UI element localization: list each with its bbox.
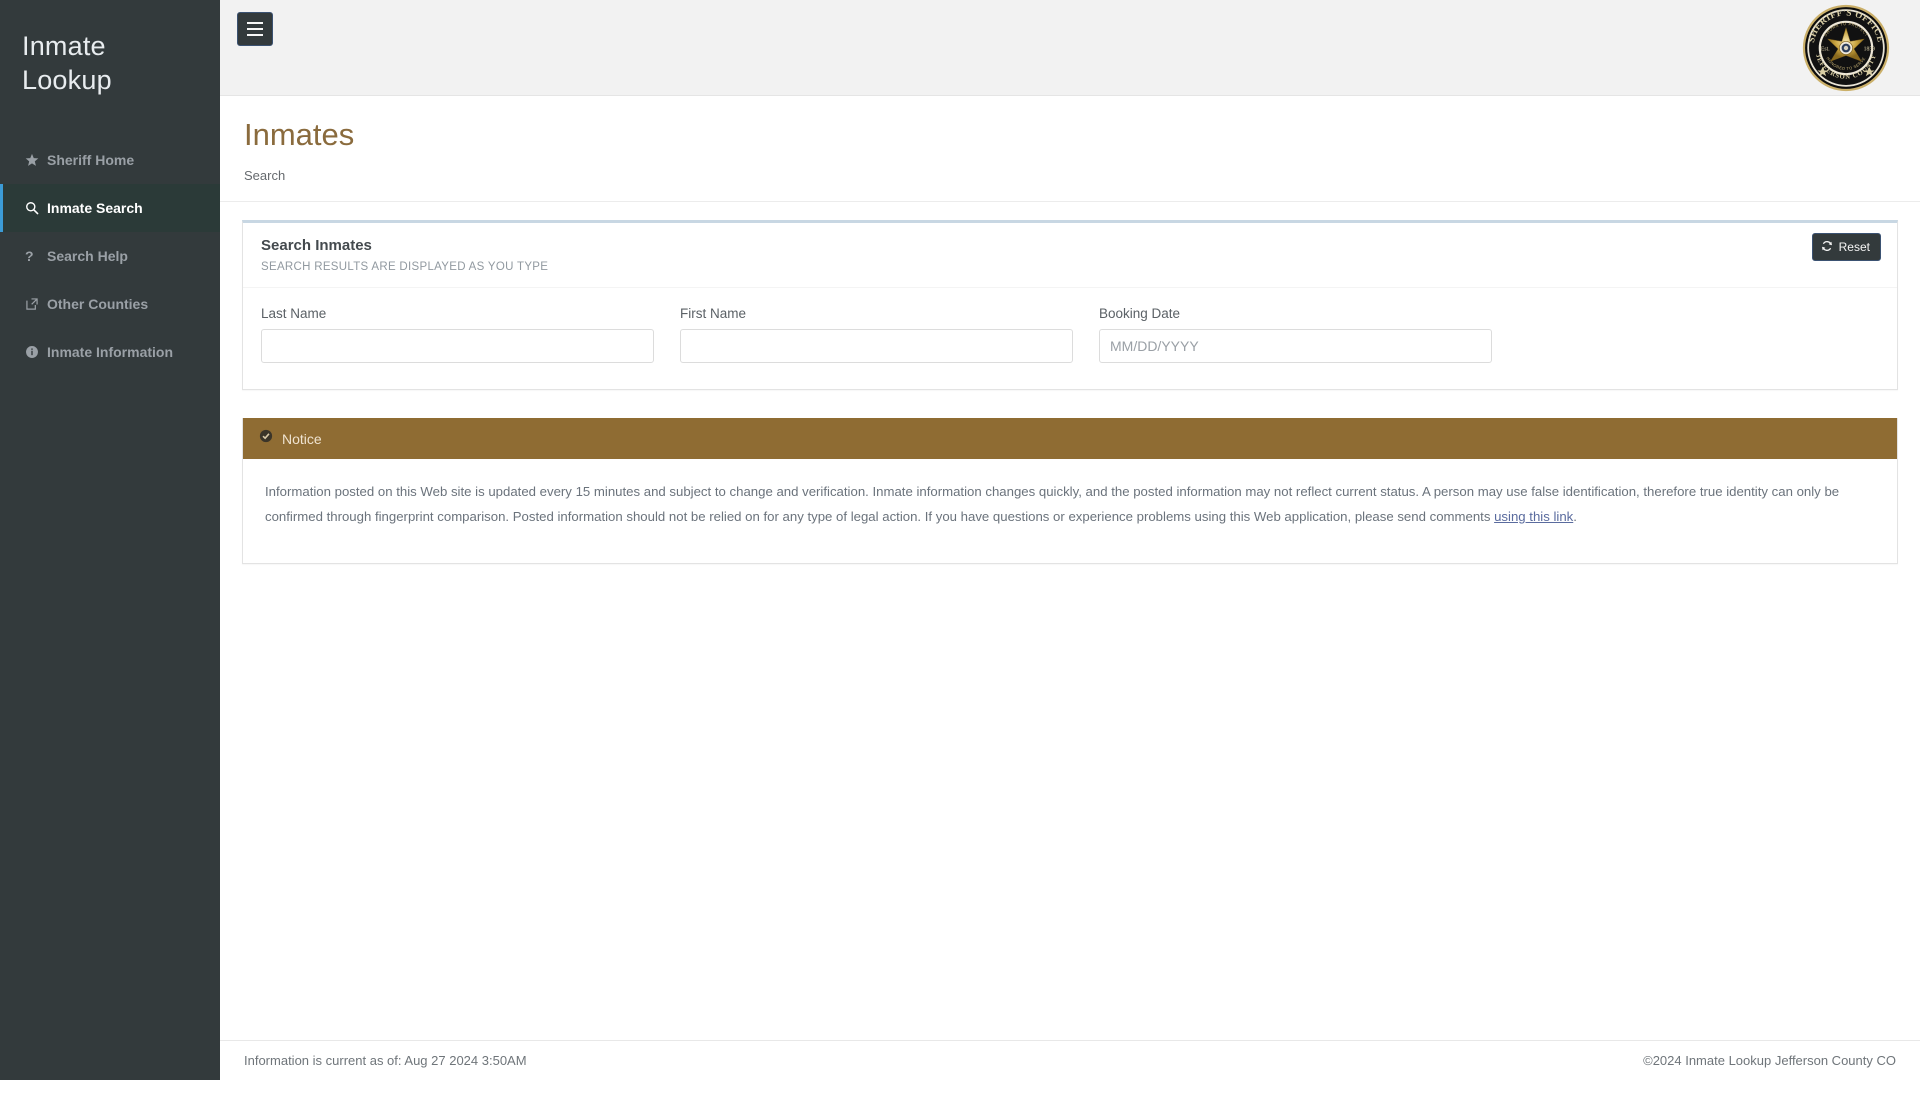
- last-name-label: Last Name: [261, 306, 654, 321]
- search-icon: [25, 201, 47, 215]
- top-navbar: SHERIFF'S OFFICE JEFFERSON COUNTY SWORN …: [220, 0, 1920, 96]
- footer-current-as-of: Information is current as of: Aug 27 202…: [244, 1053, 527, 1068]
- hamburger-bar: [247, 22, 263, 24]
- first-name-label: First Name: [680, 306, 1073, 321]
- last-name-group: Last Name: [261, 306, 654, 363]
- first-name-group: First Name: [680, 306, 1073, 363]
- page-header: Inmates Search: [220, 96, 1920, 202]
- sidebar-item-label: Search Help: [47, 248, 128, 264]
- app-brand-title: Inmate Lookup: [0, 0, 220, 98]
- last-name-input[interactable]: [261, 329, 654, 363]
- first-name-input[interactable]: [680, 329, 1073, 363]
- reset-button[interactable]: Reset: [1812, 233, 1881, 261]
- star-icon: [25, 153, 47, 167]
- sidebar: Inmate Lookup Sheriff Home Inmate Search…: [0, 0, 220, 1080]
- search-form-row: Last Name First Name Booking Date: [261, 306, 1879, 363]
- notice-panel-header: Notice: [243, 418, 1897, 459]
- page-footer: Information is current as of: Aug 27 202…: [220, 1040, 1920, 1080]
- sidebar-item-inmate-information[interactable]: Inmate Information: [0, 328, 220, 376]
- sidebar-item-inmate-search[interactable]: Inmate Search: [0, 184, 220, 232]
- info-circle-icon: [25, 345, 47, 359]
- sidebar-item-other-counties[interactable]: Other Counties: [0, 280, 220, 328]
- reset-button-label: Reset: [1839, 241, 1870, 253]
- breadcrumb: Search: [244, 168, 1890, 183]
- svg-text:Est.: Est.: [1821, 47, 1830, 53]
- page-title: Inmates: [244, 118, 1890, 152]
- booking-date-label: Booking Date: [1099, 306, 1492, 321]
- refresh-icon: [1821, 240, 1833, 254]
- notice-panel-body: Information posted on this Web site is u…: [243, 459, 1897, 563]
- sidebar-item-label: Inmate Information: [47, 344, 173, 360]
- using-this-link[interactable]: using this link: [1494, 509, 1573, 524]
- hamburger-bar: [247, 34, 263, 36]
- main-content: Search Inmates SEARCH RESULTS ARE DISPLA…: [220, 202, 1920, 1117]
- search-panel-subtitle: SEARCH RESULTS ARE DISPLAYED AS YOU TYPE: [261, 261, 1879, 273]
- svg-text:1859: 1859: [1864, 47, 1876, 53]
- search-panel-body: Last Name First Name Booking Date: [243, 288, 1897, 389]
- sidebar-item-sheriff-home[interactable]: Sheriff Home: [0, 136, 220, 184]
- sidebar-item-label: Inmate Search: [47, 200, 143, 216]
- notice-text-after-link: .: [1573, 509, 1577, 524]
- hamburger-icon[interactable]: [237, 12, 273, 46]
- hamburger-bar: [247, 28, 263, 30]
- notice-panel-title: Notice: [282, 431, 322, 447]
- notice-panel: Notice Information posted on this Web si…: [242, 418, 1898, 564]
- question-mark-icon: ?: [25, 249, 47, 263]
- sidebar-nav: Sheriff Home Inmate Search ? Search Help: [0, 136, 220, 376]
- content-wrapper: SHERIFF'S OFFICE JEFFERSON COUNTY SWORN …: [220, 0, 1920, 1080]
- external-link-icon: [25, 297, 47, 311]
- sheriff-badge-icon: SHERIFF'S OFFICE JEFFERSON COUNTY SWORN …: [1802, 4, 1890, 92]
- footer-copyright: ©2024 Inmate Lookup Jefferson County CO: [1643, 1053, 1896, 1068]
- search-panel-header: Search Inmates SEARCH RESULTS ARE DISPLA…: [243, 223, 1897, 288]
- sidebar-item-search-help[interactable]: ? Search Help: [0, 232, 220, 280]
- sidebar-item-label: Other Counties: [47, 296, 148, 312]
- booking-date-group: Booking Date: [1099, 306, 1492, 363]
- check-circle-icon: [259, 429, 273, 448]
- booking-date-input[interactable]: [1099, 329, 1492, 363]
- search-panel-title: Search Inmates: [261, 237, 1879, 254]
- search-inmates-panel: Search Inmates SEARCH RESULTS ARE DISPLA…: [242, 220, 1898, 390]
- notice-text-before-link: Information posted on this Web site is u…: [265, 484, 1839, 524]
- sidebar-item-label: Sheriff Home: [47, 152, 134, 168]
